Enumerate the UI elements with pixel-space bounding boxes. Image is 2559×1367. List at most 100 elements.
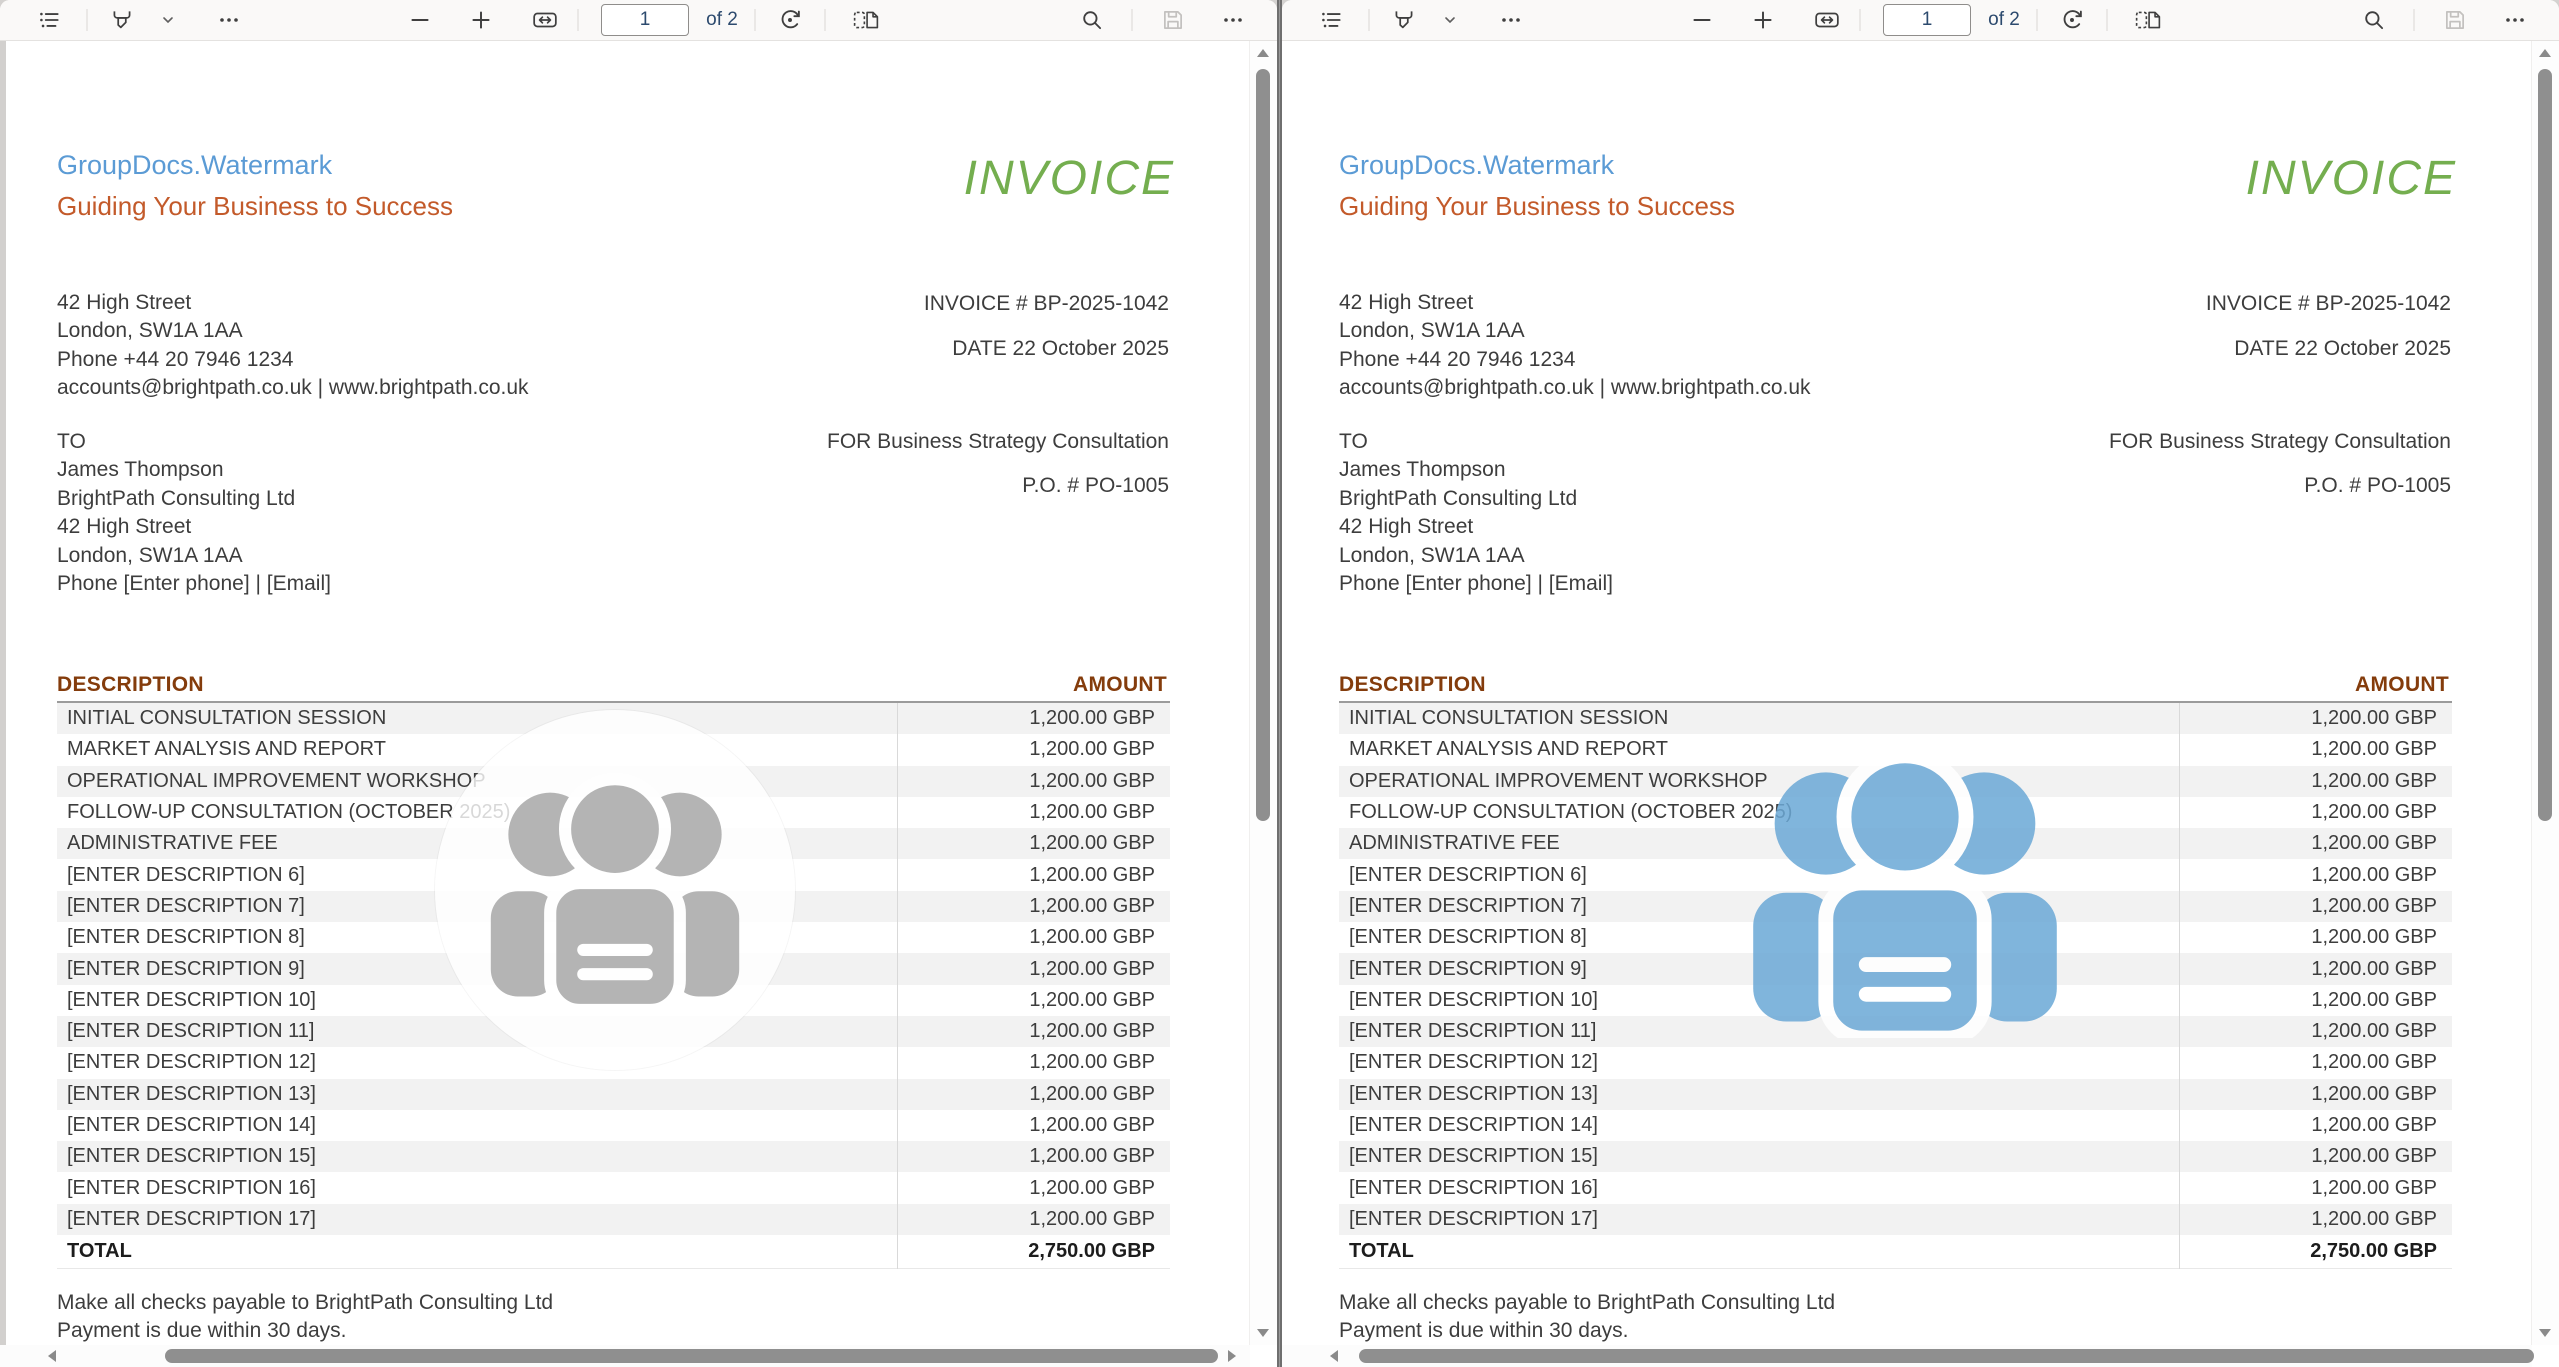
vertical-scrollbar[interactable] [2531, 41, 2559, 1345]
toolbar-separator [2037, 9, 2038, 31]
description-column-header: DESCRIPTION [57, 673, 204, 697]
row-description: [ENTER DESCRIPTION 7] [57, 895, 305, 918]
toolbar-separator [2107, 9, 2108, 31]
row-amount: 1,200.00 GBP [2311, 1020, 2437, 1043]
row-description: [ENTER DESCRIPTION 10] [57, 989, 316, 1012]
table-row: [ENTER DESCRIPTION 14]1,200.00 GBP [57, 1110, 1170, 1141]
vertical-scrollbar[interactable] [1249, 41, 1277, 1345]
row-amount: 1,200.00 GBP [1029, 895, 1155, 918]
row-description: MARKET ANALYSIS AND REPORT [57, 738, 386, 761]
page-number-input[interactable] [601, 4, 689, 36]
table-row: [ENTER DESCRIPTION 15]1,200.00 GBP [1339, 1141, 2452, 1172]
more-options-icon[interactable] [2499, 4, 2531, 36]
invoice-number: INVOICE # BP-2025-1042 [924, 292, 1169, 316]
people-group-icon [480, 767, 750, 1010]
horizontal-scrollbar[interactable] [0, 1345, 1250, 1367]
table-total-row: TOTAL 2,750.00 GBP [1339, 1235, 2452, 1269]
table-row: [ENTER DESCRIPTION 17] 1,200.00 GBP [1339, 1204, 2452, 1235]
table-row: [ENTER DESCRIPTION 12]1,200.00 GBP [1339, 1047, 2452, 1078]
more-options-icon[interactable] [1217, 4, 1249, 36]
row-amount: 1,200.00 GBP [1029, 1145, 1155, 1168]
row-amount: 1,200.00 GBP [2311, 1208, 2437, 1231]
row-description: [ENTER DESCRIPTION 15] [57, 1145, 316, 1168]
save-icon[interactable] [2438, 3, 2472, 37]
fit-width-button[interactable] [1808, 3, 1846, 37]
pen-icon[interactable] [1387, 3, 1421, 37]
vertical-scroll-thumb[interactable] [1256, 69, 1270, 821]
row-amount: 1,200.00 GBP [1029, 864, 1155, 887]
table-column-divider [897, 703, 898, 1269]
toolbar-separator [2414, 9, 2415, 31]
search-icon[interactable] [1075, 3, 1109, 37]
row-description: [ENTER DESCRIPTION 13] [1339, 1083, 1598, 1106]
row-amount: 1,200.00 GBP [1029, 707, 1155, 730]
pen-icon[interactable] [105, 3, 139, 37]
row-description: [ENTER DESCRIPTION 10] [1339, 989, 1598, 1012]
split-pdf-viewer: of 2 [0, 0, 2559, 1367]
table-column-divider [2179, 703, 2180, 1269]
horizontal-scroll-thumb[interactable] [165, 1349, 1218, 1363]
page-number-input[interactable] [1883, 4, 1971, 36]
row-amount: 1,200.00 GBP [2311, 707, 2437, 730]
payment-terms: Make all checks payable to BrightPath Co… [57, 1289, 553, 1346]
page-count-label: of 2 [706, 9, 738, 31]
sender-address-block: 42 High Street London, SW1A 1AA Phone +4… [1339, 289, 1811, 403]
toolbar-separator [825, 9, 826, 31]
table-row: [ENTER DESCRIPTION 17]1,200.00 GBP [57, 1204, 1170, 1235]
invoice-date: DATE 22 October 2025 [952, 337, 1169, 361]
row-description: [ENTER DESCRIPTION 14] [1339, 1114, 1598, 1137]
zoom-out-button[interactable] [1685, 3, 1719, 37]
total-label: TOTAL [1339, 1240, 1414, 1263]
scroll-down-arrow[interactable] [1257, 1329, 1269, 1337]
description-column-header: DESCRIPTION [1339, 673, 1486, 697]
toc-icon[interactable] [1314, 3, 1348, 37]
row-amount: 1,200.00 GBP [1029, 926, 1155, 949]
fit-width-button[interactable] [526, 3, 564, 37]
zoom-in-button[interactable] [464, 3, 498, 37]
row-description: [ENTER DESCRIPTION 13] [57, 1083, 316, 1106]
page-view-icon[interactable] [847, 3, 885, 37]
table-row: [ENTER DESCRIPTION 15] 1,200.00 GBP [57, 1141, 1170, 1172]
amount-column-header: AMOUNT [2355, 673, 2449, 697]
scroll-down-arrow[interactable] [2539, 1329, 2551, 1337]
chevron-down-icon[interactable] [156, 8, 180, 32]
row-amount: 1,200.00 GBP [2311, 1145, 2437, 1168]
row-amount: 1,200.00 GBP [1029, 1114, 1155, 1137]
invoice-po-number: P.O. # PO-1005 [2304, 474, 2451, 498]
row-description: OPERATIONAL IMPROVEMENT WORKSHOP [1339, 770, 1768, 793]
document-title: INVOICE [964, 151, 1175, 206]
toc-icon[interactable] [32, 3, 66, 37]
table-row: [ENTER DESCRIPTION 13]1,200.00 GBP [57, 1079, 1170, 1110]
zoom-out-button[interactable] [403, 3, 437, 37]
row-description: [ENTER DESCRIPTION 12] [57, 1051, 316, 1074]
scroll-left-arrow[interactable] [1330, 1350, 1338, 1362]
horizontal-scrollbar[interactable] [1282, 1345, 2532, 1367]
vertical-scroll-thumb[interactable] [2538, 69, 2552, 821]
scroll-right-arrow[interactable] [1228, 1350, 1236, 1362]
row-description: [ENTER DESCRIPTION 6] [57, 864, 305, 887]
rotate-icon[interactable] [2054, 2, 2090, 38]
rotate-icon[interactable] [772, 2, 808, 38]
page-view-icon[interactable] [2129, 3, 2167, 37]
chevron-down-icon[interactable] [1438, 8, 1462, 32]
row-description: [ENTER DESCRIPTION 17] [1339, 1208, 1598, 1231]
company-tagline: Guiding Your Business to Success [1339, 191, 1735, 222]
save-icon[interactable] [1156, 3, 1190, 37]
row-amount: 1,200.00 GBP [2311, 895, 2437, 918]
row-amount: 1,200.00 GBP [2311, 770, 2437, 793]
search-icon[interactable] [2357, 3, 2391, 37]
scroll-up-arrow[interactable] [1257, 49, 1269, 57]
row-description: [ENTER DESCRIPTION 17] [57, 1208, 316, 1231]
row-amount: 1,200.00 GBP [2311, 1083, 2437, 1106]
zoom-in-button[interactable] [1746, 3, 1780, 37]
row-amount: 1,200.00 GBP [2311, 1114, 2437, 1137]
more-options-icon[interactable] [213, 4, 245, 36]
window-edge [0, 41, 6, 1345]
scroll-up-arrow[interactable] [2539, 49, 2551, 57]
more-options-icon[interactable] [1495, 4, 1527, 36]
document-title: INVOICE [2246, 151, 2457, 206]
scroll-left-arrow[interactable] [48, 1350, 56, 1362]
horizontal-scroll-thumb[interactable] [1359, 1349, 2534, 1363]
total-amount: 2,750.00 GBP [1028, 1240, 1155, 1263]
row-amount: 1,200.00 GBP [1029, 958, 1155, 981]
